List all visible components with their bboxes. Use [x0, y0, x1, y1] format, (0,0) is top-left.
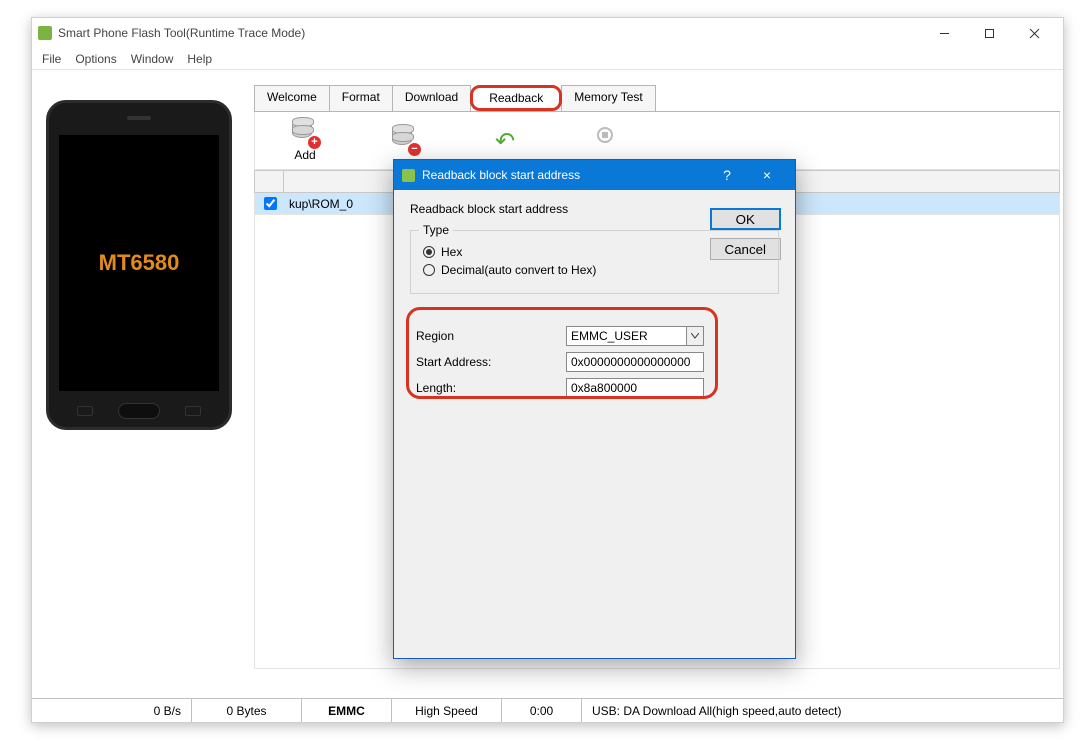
phone-graphic: BM MT6580 [46, 100, 232, 430]
remove-button[interactable]: − [355, 127, 455, 155]
fields-highlight [406, 307, 718, 399]
tab-readback[interactable]: Readback [470, 85, 562, 111]
menu-help[interactable]: Help [187, 52, 212, 66]
tab-bar: Welcome Format Download Readback Memory … [254, 85, 1060, 112]
back-arrow-icon: ↶ [492, 127, 518, 153]
type-label: Type [419, 223, 453, 237]
radio-decimal[interactable]: Decimal(auto convert to Hex) [423, 263, 766, 277]
tab-download[interactable]: Download [392, 85, 471, 111]
menubar: File Options Window Help [32, 48, 1063, 70]
back-button[interactable]: ↶ [455, 127, 555, 155]
plus-icon: + [308, 136, 321, 149]
tab-welcome[interactable]: Welcome [254, 85, 330, 111]
ok-button[interactable]: OK [710, 208, 782, 230]
minimize-button[interactable] [922, 19, 967, 47]
tab-memory-test[interactable]: Memory Test [561, 85, 655, 111]
phone-model-label: MT6580 [99, 250, 180, 276]
menu-window[interactable]: Window [131, 52, 174, 66]
stop-button[interactable] [555, 127, 655, 155]
status-mode: High Speed [392, 699, 502, 722]
add-button[interactable]: + Add [255, 120, 355, 162]
column-checkbox[interactable] [254, 170, 284, 193]
app-icon [38, 26, 52, 40]
window-title: Smart Phone Flash Tool(Runtime Trace Mod… [58, 26, 305, 40]
status-bar: 0 B/s 0 Bytes EMMC High Speed 0:00 USB: … [32, 698, 1063, 722]
dialog-titlebar: Readback block start address ? × [394, 160, 795, 190]
dialog-close-button[interactable]: × [747, 167, 787, 183]
status-info: USB: DA Download All(high speed,auto det… [582, 699, 1063, 722]
status-speed: 0 B/s [32, 699, 192, 722]
minus-icon: − [408, 143, 421, 156]
maximize-button[interactable] [967, 19, 1012, 47]
tab-format[interactable]: Format [329, 85, 393, 111]
stop-icon [597, 127, 613, 143]
titlebar: Smart Phone Flash Tool(Runtime Trace Mod… [32, 18, 1063, 48]
close-button[interactable] [1012, 19, 1057, 47]
menu-options[interactable]: Options [75, 52, 116, 66]
dialog-icon [402, 169, 415, 182]
dialog-help-button[interactable]: ? [707, 167, 747, 183]
status-time: 0:00 [502, 699, 582, 722]
status-storage: EMMC [302, 699, 392, 722]
menu-file[interactable]: File [42, 52, 61, 66]
radio-hex[interactable]: Hex [423, 245, 766, 259]
row-checkbox[interactable] [264, 197, 277, 210]
dialog-title: Readback block start address [422, 168, 707, 182]
readback-dialog: Readback block start address ? × Readbac… [393, 159, 796, 659]
status-bytes: 0 Bytes [192, 699, 302, 722]
